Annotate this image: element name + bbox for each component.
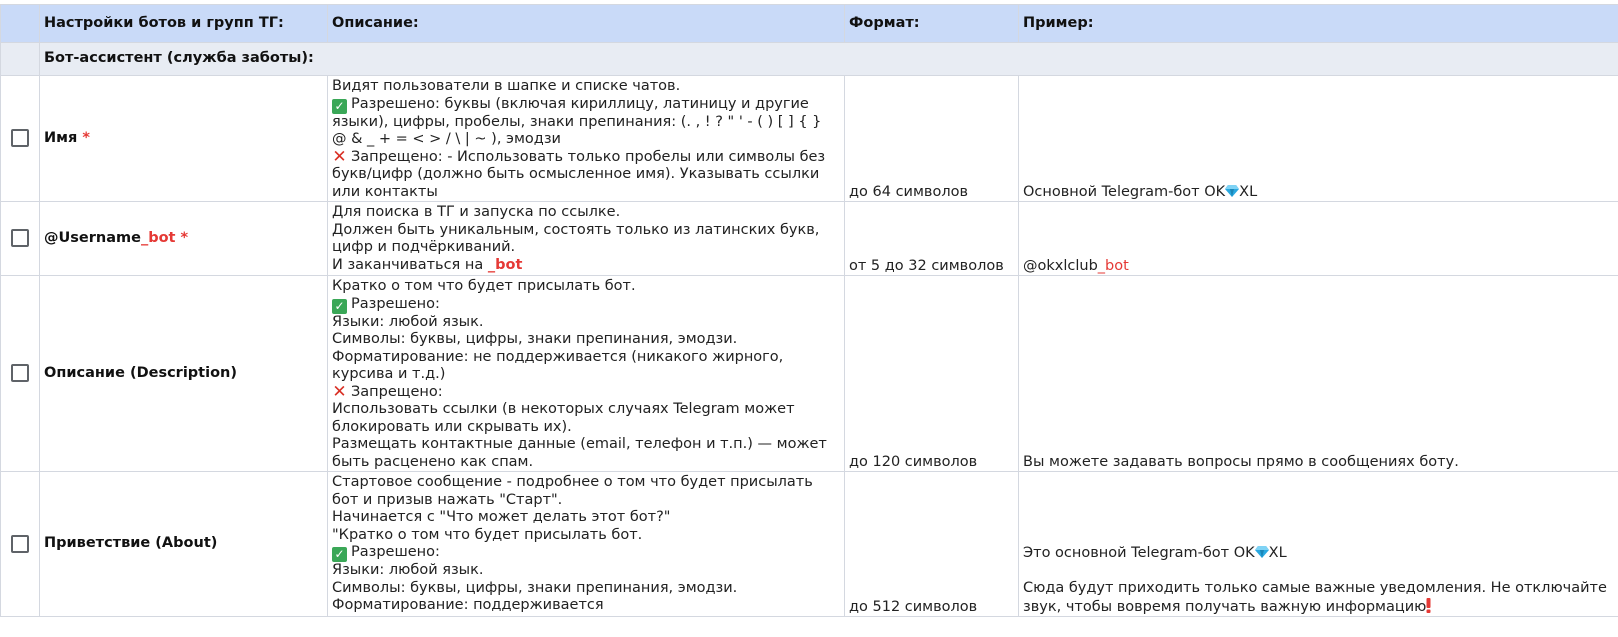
- setting-example[interactable]: Вы можете задавать вопросы прямо в сообщ…: [1018, 275, 1618, 472]
- desc-line: Начинается с "Что может делать этот бот?…: [332, 509, 671, 525]
- table-row: Имя * Видят пользователи в шапке и списк…: [0, 75, 1618, 202]
- table-row: @Username_bot * Для поиска в ТГ и запуск…: [0, 201, 1618, 276]
- desc-line: Символы: буквы, цифры, знаки препинания,…: [332, 331, 738, 347]
- setting-example[interactable]: Это основной Telegram-бот OK XL Сюда буду…: [1018, 471, 1618, 617]
- setting-format[interactable]: от 5 до 32 символов: [844, 201, 1019, 276]
- desc-forbidden: ✕ Запрещено:: [332, 381, 443, 402]
- cross-mark-icon: ✕: [332, 381, 347, 402]
- row-checkbox-cell: [0, 201, 40, 276]
- desc-line: Языки: любой язык.: [332, 562, 484, 578]
- example-text: Основной Telegram-бот OK: [1023, 183, 1226, 200]
- example-text: @okxlclub: [1023, 257, 1098, 274]
- desc-line: Языки: любой язык.: [332, 313, 484, 330]
- desc-allowed: ✓ Разрешено:: [332, 296, 840, 314]
- desc-intro: Видят пользователи в шапке и списке чато…: [332, 78, 681, 94]
- setting-description[interactable]: Кратко о том что будет присылать бот. ✓ Р…: [327, 275, 845, 472]
- desc-line: И заканчиваться на _bot: [332, 256, 523, 273]
- setting-name[interactable]: Приветствие (About): [39, 471, 328, 617]
- checkbox-icon[interactable]: [11, 364, 29, 383]
- setting-name-suffix: _bot: [140, 229, 176, 246]
- example-gap: [1023, 563, 1614, 581]
- setting-name[interactable]: Описание (Description): [39, 275, 328, 472]
- desc-forbidden: ✕ Запрещено: - Использовать только пробел…: [332, 146, 826, 200]
- setting-format[interactable]: до 120 символов: [844, 275, 1019, 472]
- cross-mark-icon: ✕: [332, 146, 347, 167]
- spreadsheet: Настройки ботов и групп ТГ: Описание: Фо…: [0, 4, 1618, 617]
- setting-example[interactable]: Основной Telegram-бот OK XL: [1018, 75, 1618, 202]
- desc-allowed: ✓ Разрешено:: [332, 544, 840, 562]
- setting-description[interactable]: Для поиска в ТГ и запуска по ссылке. Дол…: [327, 201, 845, 276]
- check-mark-icon: ✓: [332, 98, 347, 114]
- gem-icon: [1254, 546, 1269, 558]
- desc-line: Использовать ссылки (в некоторых случаях…: [332, 401, 795, 435]
- header-format: Формат:: [844, 4, 1019, 43]
- check-mark-icon: ✓: [332, 547, 347, 562]
- table-row: Описание (Description) Кратко о том что …: [0, 275, 1618, 472]
- exclamation-icon: [1426, 597, 1431, 613]
- desc-line: Символы: буквы, цифры, знаки препинания,…: [332, 579, 738, 596]
- header-description: Описание:: [327, 4, 845, 43]
- setting-example[interactable]: @okxlclub_bot: [1018, 201, 1618, 276]
- row-checkbox-cell: [0, 75, 40, 202]
- section-title: Бот-ассистент (служба заботы):: [39, 42, 1618, 76]
- desc-line: Форматирование: не поддерживается (никак…: [332, 348, 784, 383]
- table-row: Приветствие (About) Стартовое сообщение …: [0, 471, 1618, 617]
- setting-format[interactable]: до 64 символов: [844, 75, 1019, 202]
- example-text-suffix: XL: [1239, 183, 1258, 200]
- example-line: Это основной Telegram-бот OK XL: [1023, 545, 1287, 561]
- header-row: Настройки ботов и групп ТГ: Описание: Фо…: [0, 4, 1618, 43]
- check-mark-icon: ✓: [332, 298, 347, 314]
- setting-format[interactable]: до 512 символов: [844, 471, 1019, 617]
- desc-intro: Стартовое сообщение - подробнее о том чт…: [332, 474, 813, 508]
- desc-line: Размещать контактные данные (email, теле…: [332, 436, 827, 470]
- required-mark: *: [82, 129, 90, 146]
- desc-line: Форматирование: поддерживается: [332, 597, 604, 613]
- setting-description[interactable]: Стартовое сообщение - подробнее о том чт…: [327, 471, 845, 617]
- setting-name[interactable]: @Username_bot *: [39, 201, 328, 276]
- example-line: Сюда будут приходить только самые важные…: [1023, 580, 1607, 615]
- row-checkbox-cell: [0, 275, 40, 472]
- desc-intro: Кратко о том что будет присылать бот.: [332, 278, 636, 294]
- desc-line: "Кратко о том что будет присылать бот.: [332, 526, 643, 543]
- settings-table: Настройки ботов и групп ТГ: Описание: Фо…: [0, 4, 1618, 617]
- setting-name-label: @Username: [44, 229, 141, 246]
- row-checkbox-cell: [0, 471, 40, 617]
- desc-line: Должен быть уникальным, состоять только …: [332, 221, 820, 256]
- required-mark: *: [180, 229, 189, 246]
- header-checkbox-cell: [0, 4, 40, 43]
- example-text-suffix: _bot: [1097, 257, 1129, 274]
- setting-name[interactable]: Имя *: [39, 75, 328, 202]
- section-row: Бот-ассистент (служба заботы):: [0, 42, 1618, 76]
- section-checkbox-cell: [0, 42, 40, 76]
- desc-line: Для поиска в ТГ и запуска по ссылке.: [332, 204, 621, 220]
- gem-icon: [1225, 184, 1240, 197]
- desc-allowed: ✓ Разрешено: буквы (включая кириллицу, ла…: [332, 95, 822, 147]
- checkbox-icon[interactable]: [11, 229, 29, 248]
- setting-description[interactable]: Видят пользователи в шапке и списке чато…: [327, 75, 845, 202]
- checkbox-icon[interactable]: [11, 534, 29, 553]
- header-example: Пример:: [1018, 4, 1618, 43]
- setting-name-label: Имя: [44, 129, 78, 146]
- header-settings: Настройки ботов и групп ТГ:: [39, 4, 328, 43]
- checkbox-icon[interactable]: [11, 129, 29, 148]
